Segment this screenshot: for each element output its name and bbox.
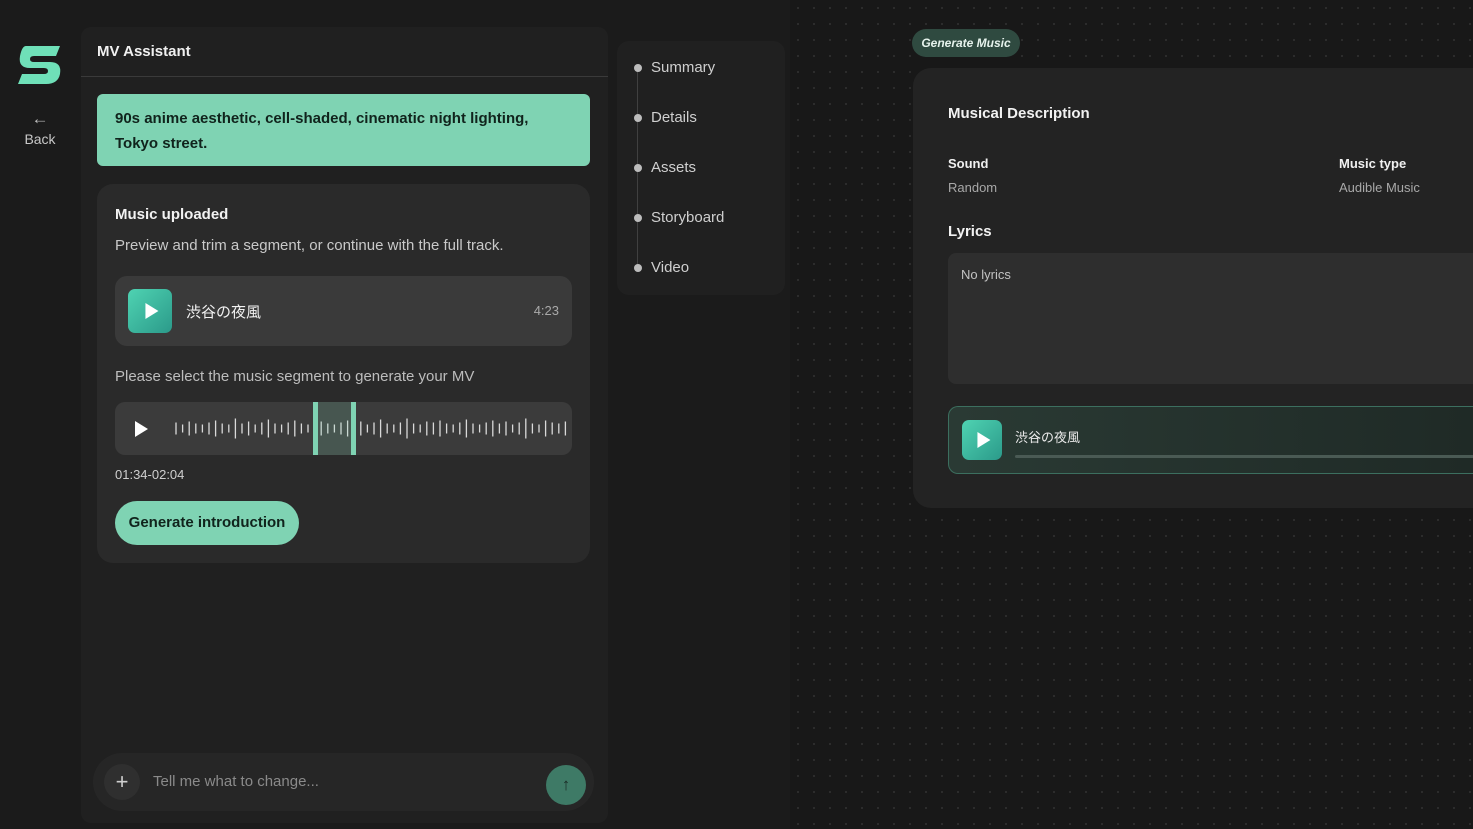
step-label: Details <box>651 109 697 126</box>
player-play-button[interactable] <box>962 420 1002 460</box>
chat-composer: + ↑ <box>93 753 594 811</box>
music-player: 渋谷の夜風 <box>948 406 1473 474</box>
play-icon <box>977 432 991 448</box>
left-rail: ← Back <box>0 0 80 829</box>
step-dot <box>634 64 642 72</box>
step-storyboard[interactable]: Storyboard <box>617 203 785 233</box>
step-video[interactable]: Video <box>617 253 785 283</box>
step-summary[interactable]: Summary <box>617 53 785 83</box>
prompt-bubble: 90s anime aesthetic, cell-shaded, cinema… <box>97 94 590 166</box>
app-root: ← Back MV Assistant 90s anime aesthetic,… <box>0 0 1473 829</box>
divider <box>81 76 608 77</box>
generate-introduction-button[interactable]: Generate introduction <box>115 501 299 545</box>
segment-handle[interactable] <box>313 402 318 455</box>
sound-label: Sound <box>948 156 989 171</box>
lyrics-value: No lyrics <box>961 267 1011 282</box>
brand-logo-icon[interactable] <box>16 44 64 86</box>
track-duration: 4:23 <box>533 303 559 318</box>
track-row: 渋谷の夜風 4:23 <box>115 276 572 346</box>
music-type-value: Audible Music <box>1339 180 1420 195</box>
track-play-button[interactable] <box>128 289 172 333</box>
waveform[interactable] <box>168 402 572 455</box>
segment-time-range: 01:34-02:04 <box>115 467 185 482</box>
step-label: Assets <box>651 159 697 176</box>
plus-icon: + <box>115 769 129 794</box>
message-input[interactable] <box>153 767 523 795</box>
step-dot <box>634 264 642 272</box>
step-details[interactable]: Details <box>617 103 785 133</box>
segment-selector[interactable] <box>115 402 572 455</box>
step-assets[interactable]: Assets <box>617 153 785 183</box>
assistant-panel: MV Assistant 90s anime aesthetic, cell-s… <box>81 27 608 823</box>
play-icon <box>145 303 159 319</box>
back-button[interactable]: ← Back <box>16 109 64 148</box>
player-track-name: 渋谷の夜風 <box>1015 431 1081 446</box>
arrow-left-icon: ← <box>31 109 49 128</box>
musical-description-card: Musical Description Sound Random Music t… <box>913 68 1473 508</box>
selected-segment[interactable] <box>313 402 356 455</box>
arrow-up-icon: ↑ <box>561 775 571 794</box>
send-button[interactable]: ↑ <box>546 765 586 805</box>
step-label: Summary <box>651 59 716 76</box>
music-uploaded-card: Music uploaded Preview and trim a segmen… <box>97 184 590 563</box>
step-navigation: Summary Details Assets Storyboard Video <box>617 41 785 295</box>
player-progress-bar[interactable] <box>1015 455 1473 458</box>
track-name: 渋谷の夜風 <box>186 303 262 321</box>
segment-play-icon[interactable] <box>135 421 148 437</box>
segment-handle[interactable] <box>351 402 356 455</box>
step-dot <box>634 114 642 122</box>
step-label: Video <box>651 259 690 276</box>
card-title: Musical Description <box>948 105 1090 122</box>
segment-label: Please select the music segment to gener… <box>115 368 475 385</box>
panel-title: MV Assistant <box>97 43 191 60</box>
step-dot <box>634 214 642 222</box>
lyrics-label: Lyrics <box>948 223 992 240</box>
step-label: Storyboard <box>651 209 725 226</box>
generate-music-tag[interactable]: Generate Music <box>912 29 1020 57</box>
card-title: Music uploaded <box>115 206 229 223</box>
step-dot <box>634 164 642 172</box>
back-label: Back <box>24 131 56 147</box>
card-description: Preview and trim a segment, or continue … <box>115 237 504 254</box>
music-type-label: Music type <box>1339 156 1407 171</box>
add-attachment-button[interactable]: + <box>104 764 140 800</box>
lyrics-box: No lyrics <box>948 253 1473 384</box>
sound-value: Random <box>948 180 998 195</box>
